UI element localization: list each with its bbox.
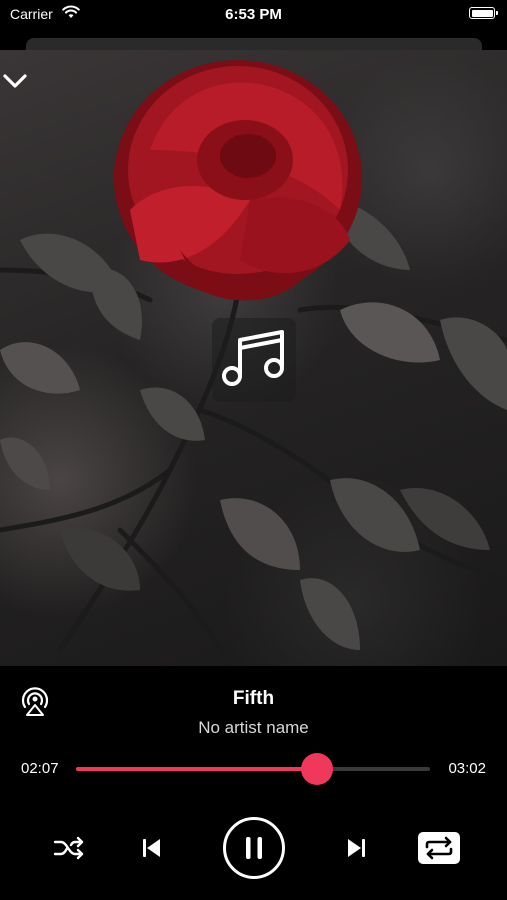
skip-back-icon: [143, 839, 160, 857]
collapse-button[interactable]: [0, 66, 30, 96]
total-duration: 03:02: [448, 760, 486, 777]
pause-icon: [246, 837, 262, 859]
artist-name: No artist name: [198, 718, 309, 737]
chevron-down-icon: [3, 74, 27, 88]
album-artwork: [0, 50, 507, 666]
pause-button[interactable]: [222, 816, 286, 880]
elapsed-time: 02:07: [21, 760, 59, 777]
progress-thumb[interactable]: [300, 753, 333, 785]
song-title: Fifth: [232, 688, 275, 709]
shuffle-button[interactable]: [52, 834, 86, 862]
progress-slider[interactable]: [76, 753, 430, 785]
battery-icon: [469, 7, 498, 19]
repeat-button[interactable]: [418, 832, 460, 864]
skip-forward-icon: [348, 839, 365, 857]
music-note-icon: [222, 330, 284, 386]
status-time: 6:53 PM: [225, 6, 282, 23]
progress-fill: [76, 767, 317, 771]
status-bar: Carrier 6:53 PM: [0, 0, 507, 30]
previous-button[interactable]: [136, 834, 166, 862]
next-button[interactable]: [342, 834, 372, 862]
artwork-placeholder: [212, 318, 296, 402]
shuffle-icon: [53, 836, 84, 860]
